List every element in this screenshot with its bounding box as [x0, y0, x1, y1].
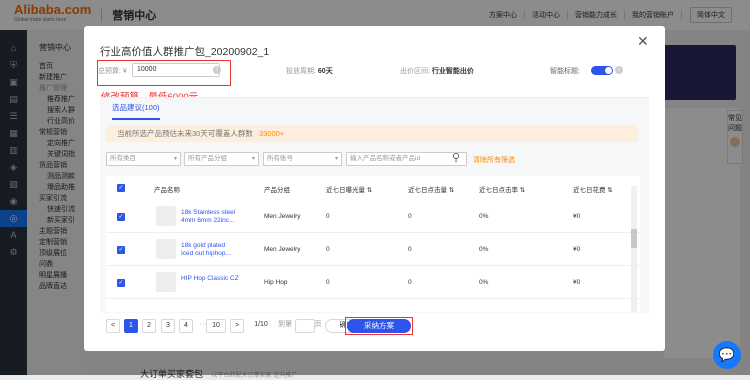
- account-select-value: 所有账号: [267, 155, 293, 162]
- page-summary: 1/10: [254, 321, 268, 328]
- product-group-cell: Men Jewelry: [264, 246, 301, 253]
- close-icon[interactable]: ✕: [637, 33, 649, 50]
- goto-suffix: 页: [314, 321, 322, 328]
- smart-title-toggle[interactable]: [591, 66, 613, 75]
- modal-title: 行业高价值人群推广包_20200902_1: [100, 46, 270, 58]
- product-name-line: 18k gold plated: [181, 242, 226, 249]
- chevron-down-icon: ▾: [173, 156, 177, 162]
- table-row: ✓ 18k Stainless steel 4mm 6mm 22inc... Men …: [106, 200, 640, 233]
- bid-value: 行业智能出价: [431, 68, 474, 75]
- product-group-cell: Hip Hop: [264, 279, 288, 286]
- col-clicks[interactable]: 近七日点击量 ⇅: [408, 184, 454, 194]
- page-1-button[interactable]: 1: [124, 319, 138, 333]
- product-name-line: 4mm 6mm 22inc...: [181, 217, 235, 224]
- product-thumbnail[interactable]: [156, 206, 176, 226]
- cost-cell: ¥0: [573, 246, 581, 253]
- col-impressions[interactable]: 近七日曝光量 ⇅: [326, 184, 372, 194]
- impressions-cell: 0: [326, 213, 330, 220]
- row-checkbox[interactable]: ✓: [117, 213, 125, 221]
- budget-info-icon[interactable]: i: [213, 66, 221, 74]
- category-select[interactable]: 所有类目 ▾: [106, 152, 181, 166]
- category-select-value: 所有类目: [110, 155, 136, 162]
- page-4-button[interactable]: 4: [179, 319, 193, 333]
- next-page-button[interactable]: >: [230, 319, 244, 333]
- clicks-cell: 0: [408, 279, 412, 286]
- product-name-link[interactable]: 18k Stainless steel 4mm 6mm 22inc...: [181, 209, 245, 225]
- product-search-input[interactable]: 输入产品名称或者产品id: [346, 152, 467, 166]
- coverage-notice: 当前所选产品预估未来30天可覆盖人群数 33000+: [106, 125, 638, 142]
- product-group-select[interactable]: 所有产品分组 ▾: [184, 152, 259, 166]
- tab-product-suggestions[interactable]: 选品建议(100): [112, 102, 160, 120]
- select-all-checkbox[interactable]: ✓: [117, 184, 125, 192]
- search-placeholder: 输入产品名称或者产品id: [350, 155, 421, 162]
- ctr-cell: 0%: [479, 246, 489, 253]
- budget-input[interactable]: 10000: [132, 63, 220, 77]
- product-thumbnail[interactable]: [156, 239, 176, 259]
- cost-cell: ¥0: [573, 213, 581, 220]
- ctr-cell: 0%: [479, 213, 489, 220]
- budget-label: 总预算: ¥: [98, 68, 127, 75]
- product-group-select-value: 所有产品分组: [188, 155, 227, 162]
- product-name-link[interactable]: 18k gold plated Iced out hiphop...: [181, 242, 245, 258]
- product-name-line: Iced out hiphop...: [181, 250, 231, 257]
- smart-title-label: 智能标题:: [550, 68, 580, 75]
- chat-icon[interactable]: 💬: [713, 341, 741, 369]
- goto-page-input[interactable]: [295, 319, 315, 333]
- clicks-cell: 0: [408, 246, 412, 253]
- page-3-button[interactable]: 3: [161, 319, 175, 333]
- product-name-link[interactable]: HIP Hop Classic CZ: [181, 275, 245, 283]
- clicks-cell: 0: [408, 213, 412, 220]
- adopt-plan-button[interactable]: 采纳方案: [347, 319, 411, 333]
- row-checkbox[interactable]: ✓: [117, 246, 125, 254]
- table-scrollbar[interactable]: [631, 186, 637, 312]
- clear-filters-link[interactable]: 清除所有筛选: [473, 155, 515, 165]
- bid-field: 出价区间: 行业智能出价: [400, 66, 474, 76]
- page-2-button[interactable]: 2: [142, 319, 156, 333]
- prev-page-button[interactable]: <: [106, 319, 120, 333]
- product-name-line: HIP Hop Classic CZ: [181, 275, 239, 282]
- impressions-cell: 0: [326, 279, 330, 286]
- cost-cell: ¥0: [573, 279, 581, 286]
- search-icon[interactable]: ⚲: [452, 151, 460, 164]
- col-product-group: 产品分组: [264, 187, 290, 194]
- col-ctr[interactable]: 近七日点击率 ⇅: [479, 184, 525, 194]
- bid-label: 出价区间:: [400, 68, 430, 75]
- row-checkbox[interactable]: ✓: [117, 279, 125, 287]
- product-group-cell: Men Jewelry: [264, 213, 301, 220]
- col-cost[interactable]: 近七日花费 ⇅: [573, 184, 613, 194]
- chevron-down-icon: ▾: [334, 156, 338, 162]
- chevron-down-icon: ▾: [251, 156, 255, 162]
- table-row: ✓ HIP Hop Classic CZ Hip Hop 0 0 0% ¥0: [106, 266, 640, 299]
- product-thumbnail[interactable]: [156, 272, 176, 292]
- product-table: ✓ 产品名称 产品分组 近七日曝光量 ⇅ 近七日点击量 ⇅ 近七日点击率 ⇅ 近…: [106, 176, 640, 312]
- period-value: 60天: [317, 68, 333, 75]
- col-product-name: 产品名称: [154, 187, 180, 194]
- impressions-cell: 0: [326, 246, 330, 253]
- scroll-thumb[interactable]: [631, 229, 637, 248]
- goto-label: 到第: [278, 321, 292, 328]
- period-field: 投放周期: 60天: [286, 66, 333, 76]
- notice-text: 当前所选产品预估未来30天可覆盖人群数: [117, 129, 253, 138]
- notice-value: 33000+: [258, 129, 285, 138]
- product-name-line: 18k Stainless steel: [181, 209, 236, 216]
- period-label: 投放周期:: [286, 68, 316, 75]
- account-select[interactable]: 所有账号 ▾: [263, 152, 342, 166]
- smart-info-icon[interactable]: i: [615, 66, 623, 74]
- table-row: ✓ 18k gold plated Iced out hiphop... Men Je…: [106, 233, 640, 266]
- page-10-button[interactable]: 10: [206, 319, 226, 333]
- package-modal: 行业高价值人群推广包_20200902_1 ✕ 总预算: ¥ 10000 i 投…: [84, 26, 665, 351]
- ctr-cell: 0%: [479, 279, 489, 286]
